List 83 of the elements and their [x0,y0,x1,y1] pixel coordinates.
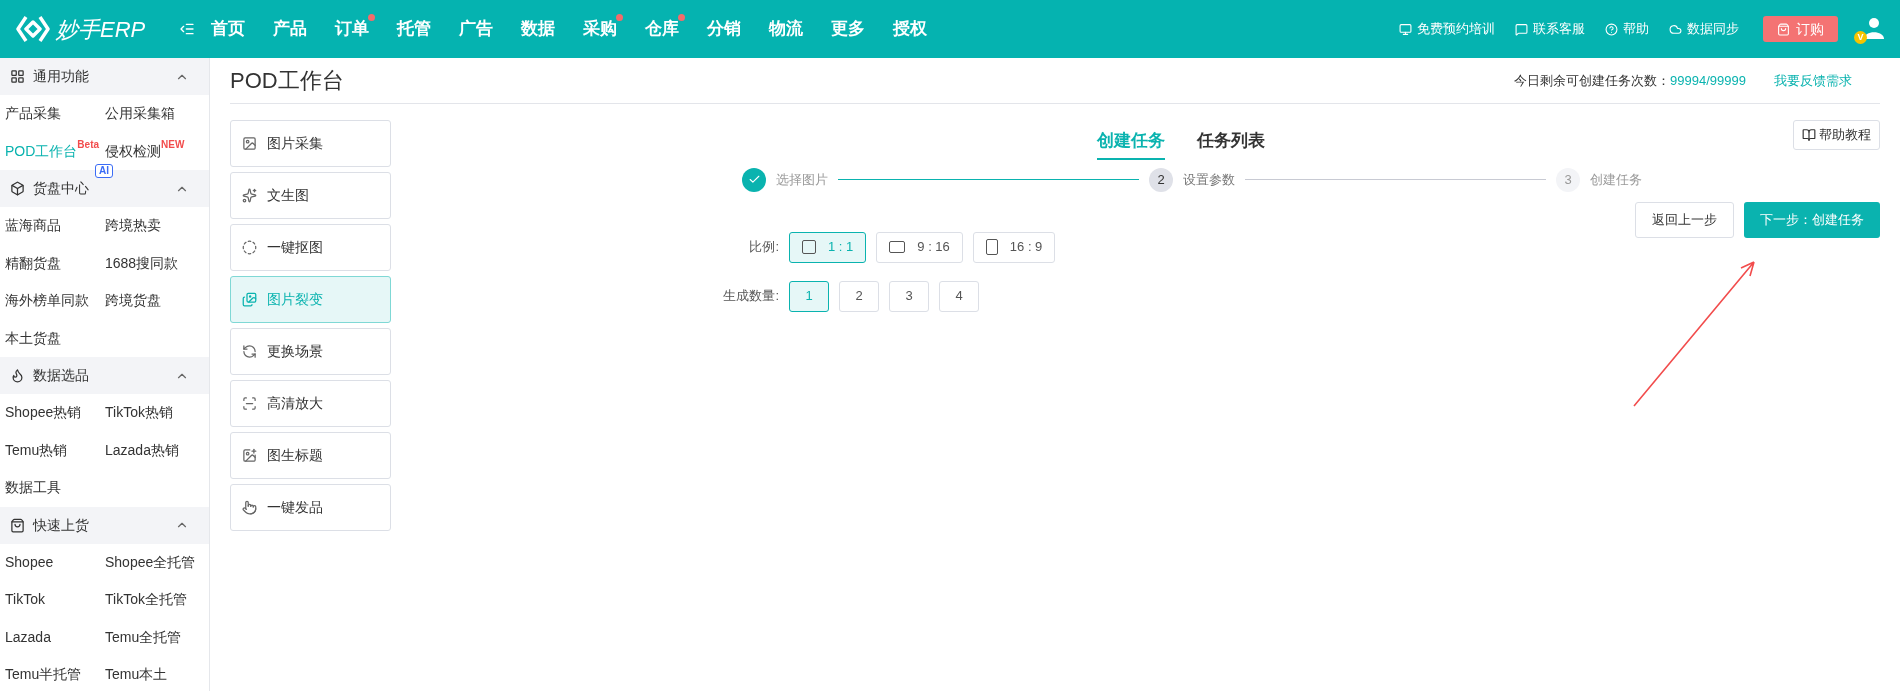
sidebar-item[interactable]: 精翻货盘 [5,252,61,274]
step-number: 3 [1556,167,1580,192]
count-option[interactable]: 4 [939,280,979,312]
image-plus-icon [242,448,257,463]
form-label: 生成数量: [722,287,779,306]
sidebar-item[interactable]: Temu热销 [5,439,68,461]
tool-button[interactable]: 图片采集 [230,120,391,167]
quota-label: 今日剩余可创建任务次数： [1514,71,1671,90]
section-header[interactable]: 通用功能 [0,58,209,95]
section-title: 通用功能 [33,67,90,86]
monitor-icon [1399,22,1412,36]
refresh-icon [242,344,257,359]
sidebar-item[interactable]: Lazada [5,626,51,648]
sidebar-item[interactable]: Shopee全托管 [105,551,196,573]
bag-icon [1777,22,1790,36]
form-label: 比例: [748,238,779,257]
rectangle-icon [889,241,906,253]
tool-button[interactable]: 高清放大 [230,380,391,427]
sidebar-item[interactable]: TikTok全托管 [105,589,187,611]
tag-label: Beta [77,137,100,152]
flame-icon [10,368,25,383]
step-number: 2 [1149,167,1173,192]
square-icon [802,240,816,254]
logo-text: 妙手ERP [56,15,146,44]
grid-icon [10,69,25,84]
sidebar-item[interactable]: 侵权检测 [105,140,161,162]
sidebar-item[interactable]: Temu本土 [105,664,168,686]
tool-button[interactable]: 图生标题 [230,432,391,479]
sidebar-item[interactable]: 本土货盘 [5,327,61,349]
count-option[interactable]: 3 [889,280,929,312]
section-header[interactable]: 数据选品 [0,357,209,394]
sidebar-item[interactable]: 数据工具 [5,477,61,499]
sidebar-item[interactable]: Shopee [5,551,54,573]
scan-icon [242,396,257,411]
dashed-circle-icon [242,240,257,255]
pointer-icon [242,500,257,515]
bag-icon [10,517,25,533]
section-title: 数据选品 [33,366,90,385]
ratio-option[interactable]: 16 : 9 [972,231,1056,263]
sidebar-item[interactable]: Lazada热销 [105,439,179,461]
sidebar-item[interactable]: 公用采集箱 [105,103,175,125]
menu-icon[interactable] [179,21,196,37]
back-button[interactable]: 返回上一步 [1635,201,1734,238]
tool-button[interactable]: 更换场景 [230,328,391,375]
chat-icon [1515,22,1528,36]
cloud-icon [1669,22,1682,36]
sidebar-item[interactable]: 跨境货盘 [105,290,161,312]
tool-button[interactable]: 一键抠图 [230,224,391,271]
sidebar-item[interactable]: Temu全托管 [105,626,182,648]
image-icon [242,136,257,151]
step-label: 设置参数 [1183,170,1235,189]
page-title: POD工作台 [230,67,345,95]
help-tutorial-button[interactable]: 帮助教程 [1793,120,1880,150]
sidebar-item[interactable]: TikTok热销 [105,402,173,424]
quota-value: 99994/99999 [1670,71,1746,90]
help-icon [1605,22,1618,36]
vip-badge: V [1854,31,1867,44]
sidebar-item[interactable]: 产品采集 [5,103,61,125]
tab[interactable]: 任务列表 [1196,128,1265,160]
tool-button[interactable]: 文生图 [230,172,391,219]
sidebar-item[interactable]: 蓝海商品 [5,215,61,237]
sidebar-item[interactable]: 1688搜同款 [105,252,179,274]
sidebar-item[interactable]: 跨境热卖 [105,215,161,237]
book-icon [1802,128,1816,142]
sidebar-item[interactable]: TikTok [5,589,45,611]
sidebar-item[interactable]: Shopee热销 [5,402,82,424]
sparkle-icon [242,188,257,203]
ratio-option[interactable]: 9 : 16 [876,231,963,263]
sidebar-item[interactable]: 海外榜单同款 [5,290,89,312]
tool-button[interactable]: 一键发品 [230,484,391,531]
section-header[interactable]: 快速上货 [0,506,209,544]
section-title: 货盘中心 [33,179,90,198]
sidebar-item[interactable]: Temu半托管 [5,664,82,686]
step-label: 创建任务 [1590,170,1642,189]
logo-icon [16,14,50,44]
images-icon [242,292,257,307]
rectangle-icon [985,239,998,255]
step-label: 选择图片 [776,170,828,189]
ai-badge: AI [95,164,113,178]
section-title: 快速上货 [33,515,90,535]
count-option[interactable]: 2 [839,280,879,312]
cube-icon [10,181,25,196]
tag-label: NEW [161,137,185,150]
